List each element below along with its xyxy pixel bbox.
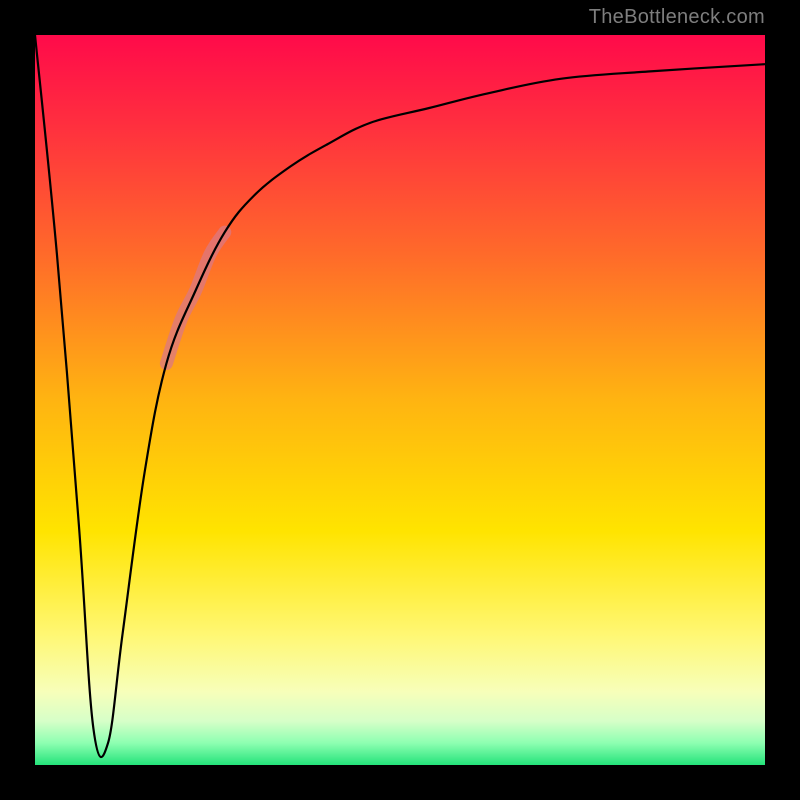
frame-border-left [0,0,35,800]
plot-area [35,35,765,765]
frame-border-bottom [0,765,800,800]
watermark-text: TheBottleneck.com [589,6,765,29]
highlight-segment [166,232,224,363]
chart-frame: TheBottleneck.com [0,0,800,800]
curve-layer [35,35,765,765]
bottleneck-curve [35,35,765,757]
frame-border-right [765,0,800,800]
